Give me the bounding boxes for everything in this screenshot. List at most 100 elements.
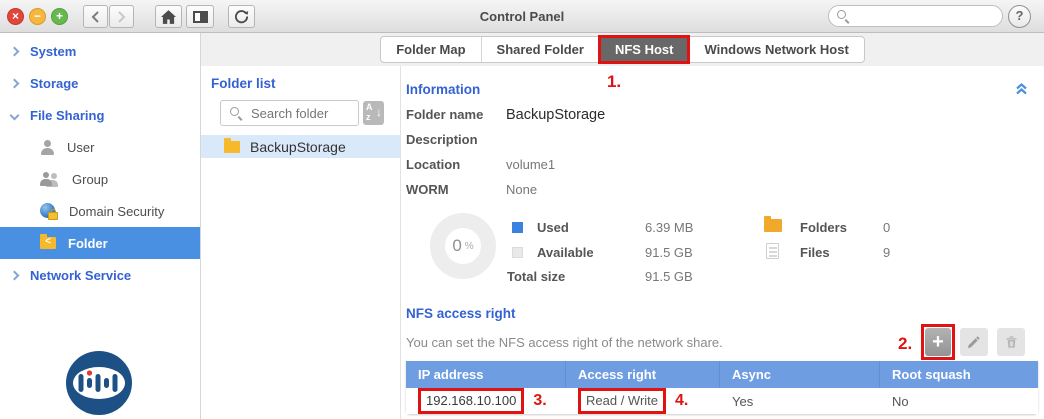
tab-folder-map[interactable]: Folder Map	[381, 37, 481, 62]
async-value: Yes	[732, 394, 753, 409]
usage-percent: 0	[452, 236, 461, 256]
sidebar-item-folder[interactable]: < Folder	[0, 227, 200, 259]
sidebar-item-domain-security[interactable]: Domain Security	[0, 195, 200, 227]
cell-async: Yes	[720, 388, 880, 414]
shared-folder-icon: <	[40, 237, 56, 249]
sidebar-item-label: Folder	[68, 236, 108, 251]
tab-label: Windows Network Host	[704, 42, 848, 57]
annotation-number-3: 3.	[533, 392, 546, 410]
edit-nfs-host-button[interactable]	[960, 328, 988, 356]
table-header-row: IP address Access right Async Root squas…	[406, 361, 1038, 388]
sidebar-item-file-sharing[interactable]: File Sharing	[0, 99, 200, 131]
nfs-access-table: IP address Access right Async Root squas…	[406, 361, 1038, 414]
tab-shared-folder[interactable]: Shared Folder	[482, 37, 600, 62]
help-button[interactable]: ?	[1008, 5, 1031, 28]
annotation-number-4: 4.	[675, 392, 688, 410]
back-button[interactable]	[83, 5, 108, 28]
info-row-worm: WORM None	[406, 177, 1038, 202]
available-label: Available	[537, 245, 594, 260]
column-header-async: Async	[720, 361, 880, 388]
information-header: Information	[406, 80, 1038, 98]
group-icon	[40, 172, 60, 187]
tab-label: Shared Folder	[497, 42, 584, 57]
info-row-description: Description	[406, 127, 1038, 152]
close-icon: ×	[12, 9, 19, 23]
sidebar-item-label: Storage	[30, 76, 78, 91]
cell-access-right: Read / Write 4.	[566, 388, 720, 414]
usage-donut: 0 %	[430, 213, 496, 279]
maximize-icon: +	[56, 9, 63, 23]
collapse-section-icon[interactable]	[1015, 83, 1028, 95]
sort-az-icon: z	[366, 112, 371, 122]
sidebar-item-label: Group	[72, 172, 108, 187]
sidebar-item-user[interactable]: User	[0, 131, 200, 163]
folders-icon	[764, 219, 782, 232]
sidebar-item-system[interactable]: System	[0, 35, 200, 67]
minimize-icon: −	[34, 9, 41, 23]
delete-nfs-host-button[interactable]	[997, 328, 1025, 356]
search-icon	[836, 9, 850, 23]
files-value: 9	[883, 245, 890, 260]
folder-list-item-backupstorage[interactable]: BackupStorage	[201, 135, 400, 158]
field-value: None	[506, 182, 537, 197]
content-row: Folder list A z ↓ BackupStorage	[201, 66, 1044, 419]
user-icon	[40, 140, 55, 155]
plus-icon: +	[932, 330, 944, 354]
chevron-right-icon	[10, 270, 20, 280]
tab-windows-network-host[interactable]: Windows Network Host	[689, 37, 863, 62]
sidebar-item-storage[interactable]: Storage	[0, 67, 200, 99]
refresh-button[interactable]	[228, 5, 255, 28]
add-nfs-host-button[interactable]: + 2.	[925, 328, 951, 356]
qnap-logo	[64, 350, 134, 416]
share-icon: <	[40, 236, 56, 248]
minimize-window-button[interactable]: −	[29, 8, 46, 25]
chevron-left-icon	[91, 11, 100, 23]
main-area: System Storage File Sharing User Group D…	[0, 33, 1044, 419]
sort-arrow-icon: ↓	[376, 105, 382, 119]
sidebar-panel-icon	[193, 11, 208, 23]
root-squash-value: No	[892, 394, 909, 409]
column-header-root-squash: Root squash	[880, 361, 1038, 388]
sort-az-icon: A	[366, 102, 373, 112]
access-right-value: Read / Write	[578, 388, 666, 414]
chevron-right-icon	[10, 78, 20, 88]
nfs-toolbar: + 2.	[925, 328, 1025, 356]
info-row-folder-name: Folder name BackupStorage	[406, 102, 1038, 127]
total-size-value: 91.5 GB	[645, 269, 693, 284]
search-icon	[229, 106, 243, 120]
home-icon	[161, 10, 176, 24]
sidebar-item-label: System	[30, 44, 76, 59]
column-header-ip-address: IP address	[406, 361, 566, 388]
detail-panel: Information Folder name BackupStorage De…	[401, 66, 1044, 419]
nfs-title: NFS access right	[406, 306, 516, 321]
files-label: Files	[800, 245, 830, 260]
ip-address-value: 192.168.10.100	[418, 388, 524, 414]
usage-section: 0 % Used 6.39 MB Available 91.5 GB Total…	[406, 208, 1038, 296]
chevron-down-icon	[10, 110, 20, 120]
nfs-description: You can set the NFS access right of the …	[406, 335, 925, 350]
tab-nfs-host[interactable]: NFS Host 1.	[600, 37, 690, 62]
field-label: Location	[406, 157, 506, 172]
files-icon	[766, 243, 779, 259]
home-button[interactable]	[155, 5, 182, 28]
forward-button[interactable]	[109, 5, 134, 28]
sidebar-item-label: File Sharing	[30, 108, 104, 123]
folders-label: Folders	[800, 220, 847, 235]
table-row[interactable]: 192.168.10.100 3. Read / Write 4. Yes	[406, 388, 1038, 414]
close-window-button[interactable]: ×	[7, 8, 24, 25]
column-header-access-right: Access right	[566, 361, 720, 388]
sidebar-item-network-service[interactable]: Network Service	[0, 259, 200, 291]
information-title: Information	[406, 82, 480, 97]
folder-list-panel: Folder list A z ↓ BackupStorage	[201, 66, 401, 419]
domain-security-icon	[40, 203, 57, 219]
field-label: Description	[406, 132, 506, 147]
sidebar-item-group[interactable]: Group	[0, 163, 200, 195]
folder-name: BackupStorage	[250, 139, 346, 155]
sort-az-button[interactable]: A z ↓	[363, 101, 384, 125]
field-value: volume1	[506, 157, 555, 172]
maximize-window-button[interactable]: +	[51, 8, 68, 25]
toggle-sidebar-button[interactable]	[186, 5, 214, 28]
global-search-input[interactable]	[828, 5, 1003, 27]
field-label: Folder name	[406, 107, 506, 122]
folder-list-title: Folder list	[211, 76, 400, 91]
